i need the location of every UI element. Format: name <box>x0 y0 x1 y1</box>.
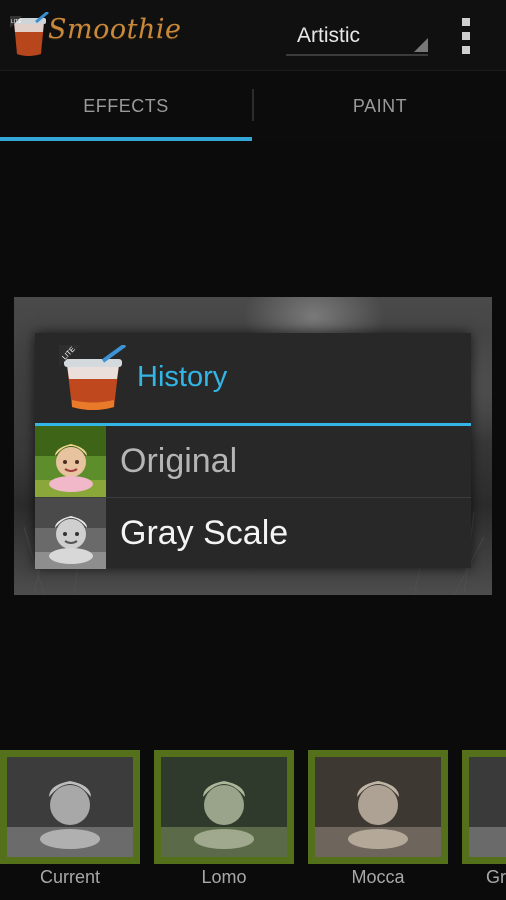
filter-lomo[interactable]: Lomo <box>154 750 296 900</box>
filter-label: Mocca <box>351 867 405 887</box>
original-thumbnail <box>35 426 106 497</box>
mode-spinner[interactable]: Artistic <box>286 16 428 56</box>
tab-paint[interactable]: PAINT <box>254 71 506 141</box>
history-dialog: LITE History Original Gray Scale <box>35 333 471 569</box>
dialog-header: LITE History <box>35 333 471 423</box>
spinner-arrow-icon <box>414 38 428 52</box>
tab-effects[interactable]: EFFECTS <box>0 71 252 141</box>
action-bar: LITE Smoothie Artistic <box>0 0 506 71</box>
mode-spinner-value: Artistic <box>297 24 360 47</box>
app-title: Smoothie <box>48 14 182 45</box>
smoothie-cup-icon: LITE <box>59 343 129 413</box>
filter-thumbnail <box>154 750 294 864</box>
active-tab-indicator <box>0 137 252 141</box>
filter-mocca[interactable]: Mocca <box>308 750 450 900</box>
tab-bar: EFFECTS PAINT <box>0 71 506 141</box>
history-item-gray-scale[interactable]: Gray Scale <box>35 498 471 569</box>
app-logo-icon: LITE <box>8 10 52 58</box>
history-item-label: Gray Scale <box>120 514 289 552</box>
filter-partial[interactable]: Gr <box>462 750 506 900</box>
history-item-original[interactable]: Original <box>35 426 471 498</box>
filter-label: Gr <box>486 867 506 887</box>
filter-thumbnail <box>308 750 448 864</box>
filter-filmstrip: Current Lomo Mocca Gr <box>0 750 506 900</box>
filter-current[interactable]: Current <box>0 750 142 900</box>
filter-thumbnail <box>0 750 140 864</box>
logo-badge-text: LITE <box>11 19 22 25</box>
gray-scale-thumbnail <box>35 498 106 569</box>
filter-label: Current <box>39 867 101 887</box>
filter-label: Lomo <box>201 867 247 887</box>
dialog-title: History <box>137 361 228 393</box>
history-item-label: Original <box>120 442 238 480</box>
filter-thumbnail <box>462 750 506 864</box>
overflow-menu-icon[interactable] <box>458 18 474 54</box>
